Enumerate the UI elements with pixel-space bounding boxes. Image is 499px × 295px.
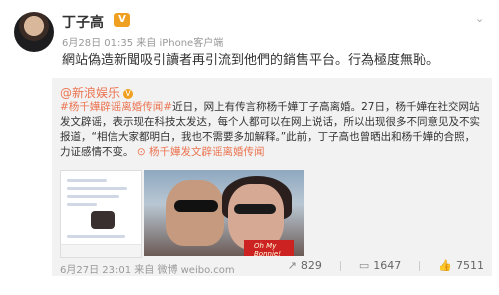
sunglasses (234, 204, 276, 214)
avatar[interactable] (14, 12, 54, 52)
photo-thumb (91, 211, 115, 229)
divider (339, 260, 341, 271)
chevron-down-icon[interactable]: ⌄ (475, 12, 485, 25)
couple-photo[interactable]: Oh My Bonnie! (144, 170, 304, 256)
share-button[interactable]: ↗ 829 (288, 259, 322, 272)
toolbar-strip (61, 244, 141, 257)
text-line (67, 187, 127, 190)
repost-text: #杨千嬅辟谣离婚传闻#近日，网上有传言称杨千嬅丁子高离婚。27日，杨千嬅在社交网… (60, 100, 484, 160)
shirt-text: Oh My Bonnie! (254, 242, 282, 256)
topic-link[interactable]: ⊙ 杨千嬅发文辟谣离婚传闻 (137, 146, 265, 158)
weibo-post: 丁子高 V 6月28日 01:35 来自 iPhone客户端 ⌄ 網站偽造新聞吸… (0, 0, 499, 295)
share-count: 829 (300, 259, 322, 272)
post-text: 網站偽造新聞吸引讀者再引流到他們的銷售平台。行為極度無恥。 (62, 53, 440, 68)
repost-card[interactable]: @新浪娱乐 V #杨千嬅辟谣离婚传闻#近日，网上有传言称杨千嬅丁子高离婚。27日，… (52, 78, 492, 276)
like-count: 7511 (456, 259, 484, 272)
verified-badge-icon: V (123, 88, 134, 99)
like-button[interactable]: 👍 7511 (438, 259, 484, 272)
divider (419, 260, 421, 271)
text-line (67, 203, 97, 206)
repost-author[interactable]: @新浪娱乐 V (60, 84, 134, 101)
post-meta: 6月28日 01:35 来自 iPhone客户端 (62, 38, 224, 49)
username[interactable]: 丁子高 (62, 12, 104, 32)
comment-count: 1647 (373, 259, 402, 272)
sunglasses (174, 200, 218, 212)
like-icon: 👍 (438, 259, 452, 272)
text-line (67, 179, 107, 182)
hashtag-link[interactable]: #杨千嬅辟谣离婚传闻# (60, 101, 172, 113)
repost-author-name[interactable]: @新浪娱乐 (60, 86, 120, 100)
share-icon: ↗ (287, 259, 297, 272)
text-line (67, 235, 125, 238)
topic-link-label: 杨千嬅发文辟谣离婚传闻 (148, 146, 265, 158)
comment-button[interactable]: ▭ 1647 (359, 259, 401, 272)
repost-stats: ↗ 829 ▭ 1647 👍 7511 (288, 259, 484, 272)
comment-icon: ▭ (358, 259, 370, 272)
verified-badge-icon: V (114, 13, 130, 27)
screenshot-thumbnail[interactable] (60, 170, 142, 258)
text-line (67, 195, 119, 198)
repost-meta: 6月27日 23:01 来自 微博 weibo.com (60, 265, 235, 276)
man-figure (166, 180, 224, 246)
